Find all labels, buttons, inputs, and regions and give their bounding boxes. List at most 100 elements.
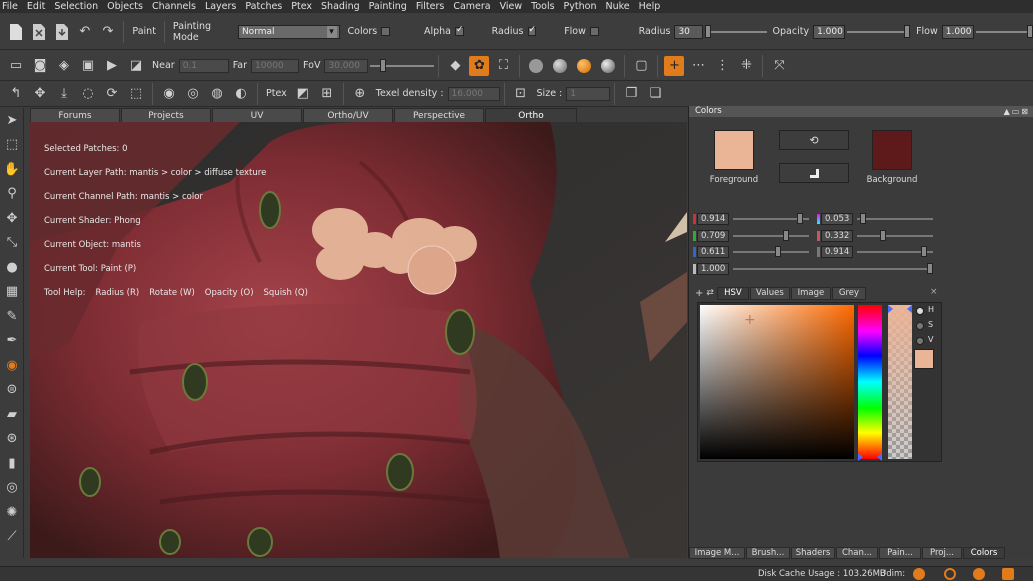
marquee-tool-icon[interactable]: ⬚ xyxy=(0,133,24,158)
ptex-resize-icon[interactable]: ◩ xyxy=(293,84,313,104)
palette-tab-proj[interactable]: Proj... xyxy=(922,547,962,559)
add-icon[interactable]: + xyxy=(695,288,703,299)
frame-icon[interactable]: ▢ xyxy=(631,56,651,76)
foreground-swatch[interactable] xyxy=(714,130,754,170)
opacity-slider[interactable] xyxy=(847,24,911,38)
book-icon[interactable]: ▭ xyxy=(6,56,26,76)
radius-slider-knob[interactable] xyxy=(705,24,712,38)
globe-icon[interactable]: ⊕ xyxy=(350,84,370,104)
gradient-icon[interactable]: ▮ xyxy=(0,451,24,476)
down-arrow-icon[interactable]: ⤓ xyxy=(54,84,74,104)
fov-field[interactable]: 30.000 xyxy=(324,58,369,73)
palette-tab-brush[interactable]: Brush... xyxy=(746,547,790,559)
udim-icon[interactable] xyxy=(913,568,925,580)
flat-shading-icon[interactable] xyxy=(529,58,544,73)
tab-forums[interactable]: Forums xyxy=(30,108,120,122)
picker-icon[interactable]: ⟋ xyxy=(0,525,24,550)
brush-status-icon[interactable] xyxy=(973,568,985,580)
texel-density-field[interactable]: 16.000 xyxy=(447,86,500,101)
size-icon[interactable]: ⊡ xyxy=(511,84,531,104)
value-mode-radio[interactable] xyxy=(916,337,924,345)
pin-icon[interactable]: ✒ xyxy=(0,329,24,354)
flow-slider-knob[interactable] xyxy=(1027,24,1033,38)
fg-alpha-field[interactable]: 1.000 xyxy=(697,263,729,275)
drop-icon[interactable]: ● xyxy=(0,255,24,280)
fill-icon[interactable]: ◎ xyxy=(0,476,24,501)
bg-value-2-field[interactable]: 0.332 xyxy=(821,230,853,242)
hue-mode-radio[interactable] xyxy=(916,307,924,315)
menu-item-objects[interactable]: Objects xyxy=(107,1,143,12)
bg-value-1-field[interactable]: 0.053 xyxy=(821,213,853,225)
grid-align-icon[interactable]: ⁜ xyxy=(736,56,756,76)
tab-perspective[interactable]: Perspective xyxy=(394,108,484,122)
select-tool-icon[interactable]: ➤ xyxy=(0,108,24,133)
ptex-grid-icon[interactable]: ⊞ xyxy=(317,84,337,104)
alpha-checkbox[interactable] xyxy=(454,25,464,36)
size-field[interactable]: 1 xyxy=(566,86,611,101)
bg-value-2-slider[interactable] xyxy=(857,235,933,237)
picker-tab-image[interactable]: Image xyxy=(790,286,831,300)
palette-tab-shaders[interactable]: Shaders xyxy=(791,547,835,559)
lighting-icon[interactable]: ◆ xyxy=(445,56,465,76)
menu-item-tools[interactable]: Tools xyxy=(531,1,554,12)
swap-colors-button[interactable]: ⟲ xyxy=(779,130,849,150)
paint-through-icon[interactable]: ✿ xyxy=(469,55,490,76)
new-file-icon[interactable] xyxy=(6,22,25,42)
lasso-icon[interactable]: ◌ xyxy=(78,84,98,104)
move-icon[interactable]: ✥ xyxy=(30,84,50,104)
flow-slider[interactable] xyxy=(975,24,1033,38)
menu-item-patches[interactable]: Patches xyxy=(245,1,282,12)
shader-sphere-icon[interactable] xyxy=(577,58,592,73)
palette-tab-imagem[interactable]: Image M... xyxy=(689,547,745,559)
rotate-select-icon[interactable]: ⟳ xyxy=(102,84,122,104)
save-file-icon[interactable] xyxy=(52,22,71,42)
undo-icon[interactable]: ↶ xyxy=(75,22,94,42)
eye-icon[interactable]: ◉ xyxy=(159,84,179,104)
menu-item-painting[interactable]: Painting xyxy=(369,1,407,12)
link-icon[interactable]: ⇄ xyxy=(706,288,714,298)
paint-tool-icon[interactable]: ◉ xyxy=(0,353,24,378)
align-h-icon[interactable]: ⋯ xyxy=(688,56,708,76)
copy-icon[interactable]: ❐ xyxy=(621,84,641,104)
fg-green-knob[interactable] xyxy=(783,230,789,241)
grid-tool-icon[interactable]: ▦ xyxy=(0,280,24,305)
menu-item-nuke[interactable]: Nuke xyxy=(605,1,629,12)
fg-green-field[interactable]: 0.709 xyxy=(697,230,729,242)
bg-value-1-knob[interactable] xyxy=(860,213,866,224)
menu-item-channels[interactable]: Channels xyxy=(152,1,196,12)
camera-icon[interactable]: ◙ xyxy=(30,56,50,76)
bg-value-3-knob[interactable] xyxy=(921,246,927,257)
picker-tab-hsv[interactable]: HSV xyxy=(716,286,749,300)
close-tab-icon[interactable]: × xyxy=(930,287,938,297)
menu-item-edit[interactable]: Edit xyxy=(27,1,45,12)
projector-icon[interactable]: ◪ xyxy=(126,56,146,76)
opacity-field[interactable]: 1.000 xyxy=(813,24,846,39)
palette-tab-pain[interactable]: Pain... xyxy=(879,547,921,559)
transform-tool-icon[interactable]: ✥ xyxy=(0,206,24,231)
align-v-icon[interactable]: ⋮ xyxy=(712,56,732,76)
redo-icon[interactable]: ↷ xyxy=(98,22,117,42)
background-swatch[interactable] xyxy=(872,130,912,170)
clone-tool-icon[interactable]: ⊜ xyxy=(0,378,24,403)
radius-slider[interactable] xyxy=(705,24,767,38)
fg-blue-slider[interactable] xyxy=(733,251,809,253)
hue-marker-top[interactable] xyxy=(858,453,863,461)
brush-tool-icon[interactable]: ✎ xyxy=(0,304,24,329)
fg-blue-knob[interactable] xyxy=(775,246,781,257)
panel-window-buttons[interactable]: ▲▭⊠ xyxy=(1004,106,1030,117)
eye-lock-icon[interactable]: ◍ xyxy=(207,84,227,104)
alpha-marker-left[interactable] xyxy=(888,305,893,313)
film-icon[interactable]: ▶ xyxy=(102,56,122,76)
saturation-mode-radio[interactable] xyxy=(916,322,924,330)
picker-tab-grey[interactable]: Grey xyxy=(831,286,866,300)
fov-slider[interactable] xyxy=(370,58,435,72)
near-field[interactable]: 0.1 xyxy=(178,58,229,73)
menu-item-layers[interactable]: Layers xyxy=(205,1,236,12)
tab-ortho[interactable]: Ortho xyxy=(485,108,577,122)
radius-field[interactable]: 30 xyxy=(674,24,704,39)
painting-mode-select[interactable]: Normal xyxy=(237,24,340,39)
picker-tab-values[interactable]: Values xyxy=(749,286,790,300)
fg-red-field[interactable]: 0.914 xyxy=(697,213,729,225)
marquee-icon[interactable]: ⬚ xyxy=(126,84,146,104)
stamp-icon[interactable]: ⊛ xyxy=(0,427,24,452)
